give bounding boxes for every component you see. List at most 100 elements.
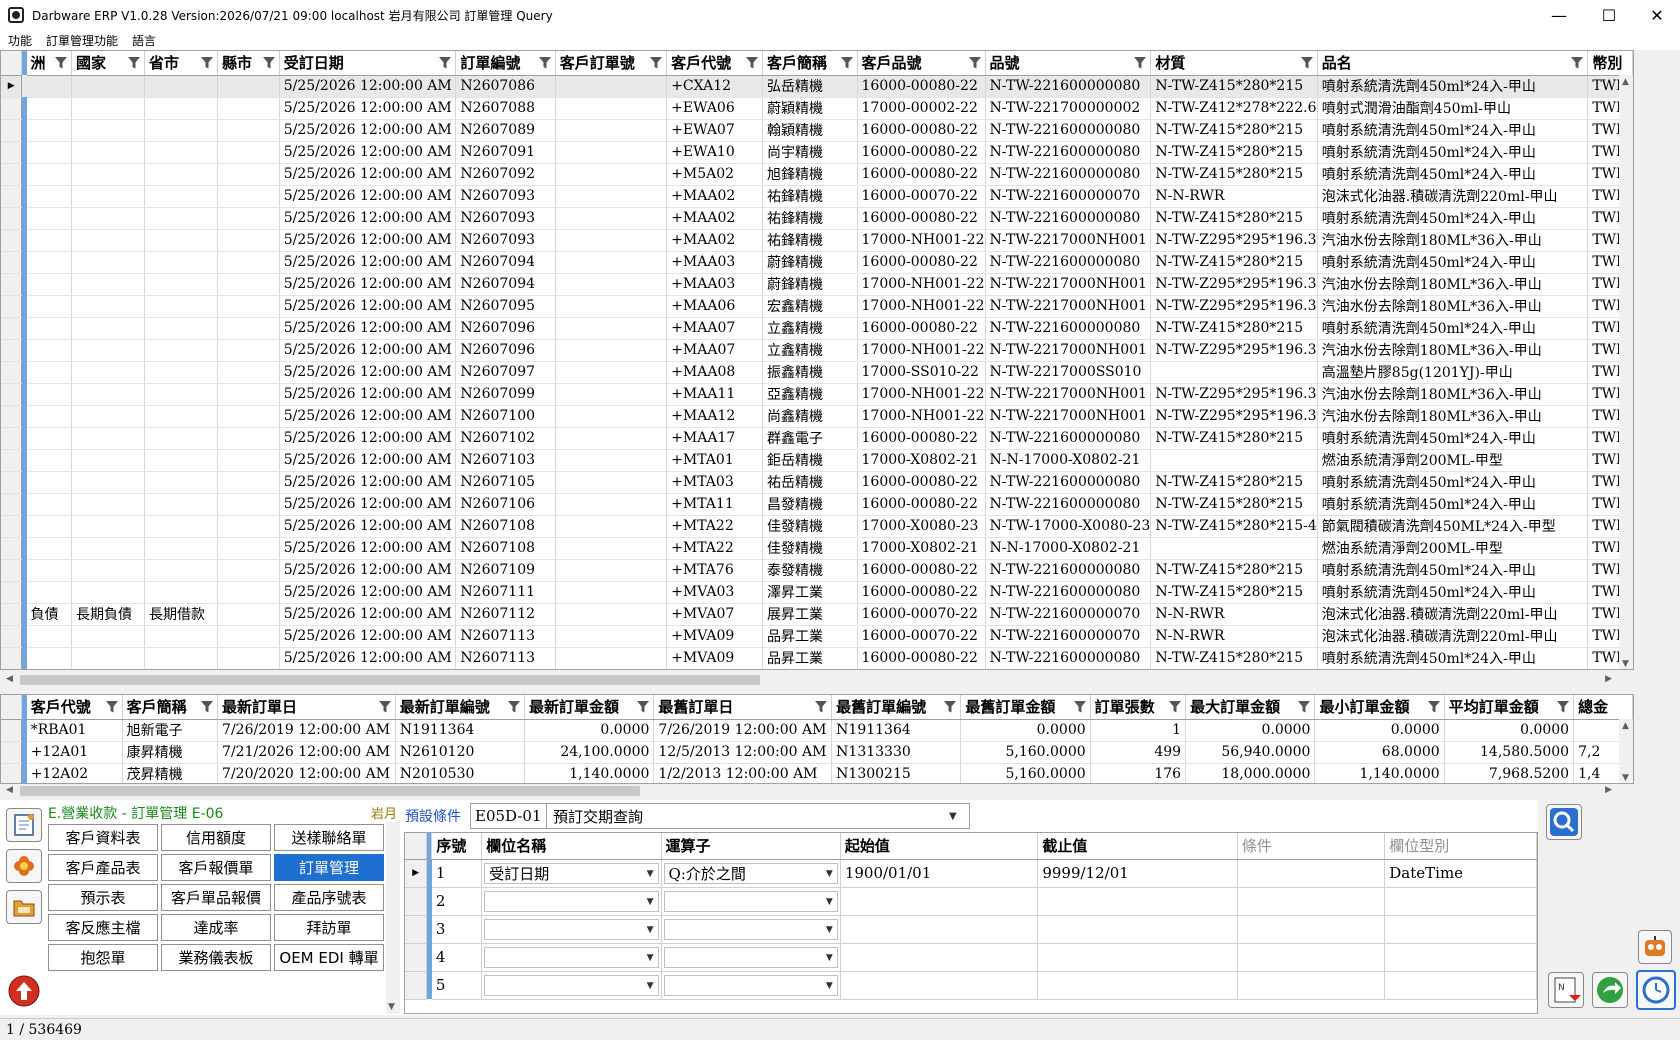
table-row[interactable]: 5/25/2026 12:00:00 AM N2607103 +MTA01 鉅岳精機 1… [1,449,1633,472]
field-name-select[interactable]: ▼ [484,890,659,912]
row-header[interactable] [405,971,428,1000]
condition-cell[interactable]: 2 [431,887,483,916]
condition-cell[interactable] [1237,971,1386,1000]
table-row[interactable]: 5/25/2026 12:00:00 AM N2607099 +MAA11 亞鑫精機 1… [1,383,1633,406]
module-button[interactable]: 客戶單品報價 [161,884,271,911]
table-row[interactable]: +12A02 茂昇精機 7/20/2020 12:00:00 AM N2010530 1… [1,763,1633,783]
module-button[interactable]: 送樣聯絡單 [274,824,384,851]
condition-cell[interactable]: ▼ [661,915,841,944]
module-button[interactable]: 客反應主檔 [48,914,158,941]
module-button[interactable]: 信用額度 [161,824,271,851]
table-row[interactable]: 5/25/2026 12:00:00 AM N2607096 +MAA07 立鑫精機 1… [1,317,1633,340]
condition-cell[interactable]: Q:介於之間 ▼ [661,859,841,888]
orders-grid-hscrollbar[interactable]: ◀ ▶ [0,672,1634,688]
condition-col-header[interactable]: 起始值 [840,833,1039,860]
table-row[interactable]: 5/25/2026 12:00:00 AM N2607094 +MAA03 蔚鋒精機 1… [1,273,1633,296]
condition-cell[interactable] [1237,887,1386,916]
summary-col-header[interactable]: 最舊訂單日 [653,695,833,720]
table-row[interactable]: *RBA01 旭新電子 7/26/2019 12:00:00 AM N1911364 0… [1,719,1633,742]
orders-col-header[interactable]: 客戶代號 [666,51,763,76]
menu-language[interactable]: 語言 [132,32,156,49]
table-row[interactable]: 5/25/2026 12:00:00 AM N2607088 +EWA06 蔚穎精機 1… [1,97,1633,120]
operator-select[interactable]: ▼ [663,946,838,968]
orders-col-header[interactable]: 品名 [1317,51,1589,76]
table-row[interactable]: 5/25/2026 12:00:00 AM N2607089 +EWA07 翰穎精機 1… [1,119,1633,142]
orders-grid-vscrollbar[interactable]: ▲ ▼ [1619,75,1633,669]
condition-cell[interactable]: 受訂日期 ▼ [481,859,662,888]
condition-row[interactable]: 3 ▼ ▼ [405,915,1537,944]
condition-col-header[interactable]: 欄位名稱 [481,833,662,860]
row-header[interactable] [1,719,23,742]
table-row[interactable]: 5/25/2026 12:00:00 AM N2607105 +MTA03 祐岳精機 1… [1,471,1633,494]
table-row[interactable]: 負債 長期負債 長期借款 5/25/2026 12:00:00 AM N2607112 +… [1,603,1633,626]
condition-col-header[interactable]: 序號 [431,833,483,860]
condition-cell[interactable]: ▼ [481,887,662,916]
table-row[interactable]: 5/25/2026 12:00:00 AM N2607102 +MAA17 群鑫電子 1… [1,427,1633,450]
row-header[interactable] [1,163,23,186]
module-panel-scrollbar[interactable]: ▼ [386,822,400,1014]
module-button[interactable]: 業務儀表板 [161,944,271,971]
maximize-button[interactable]: ☐ [1586,0,1632,30]
table-row[interactable]: 5/25/2026 12:00:00 AM N2607094 +MAA03 蔚鋒精機 1… [1,251,1633,274]
table-row[interactable]: ▶ 5/25/2026 12:00:00 AM N2607086 +CXA12 弘岳精機… [1,75,1633,98]
condition-row[interactable]: 5 ▼ ▼ [405,971,1537,1000]
row-header[interactable]: ▶ [405,859,428,888]
row-header[interactable] [1,493,23,516]
field-name-select[interactable]: ▼ [484,974,659,996]
table-row[interactable]: 5/25/2026 12:00:00 AM N2607109 +MTA76 泰發精機 1… [1,559,1633,582]
table-row[interactable]: 5/25/2026 12:00:00 AM N2607091 +EWA10 尚宇精機 1… [1,141,1633,164]
condition-cell[interactable]: 3 [431,915,483,944]
table-row[interactable]: 5/25/2026 12:00:00 AM N2607100 +MAA12 尚鑫精機 1… [1,405,1633,428]
module-button[interactable]: 抱怨單 [48,944,158,971]
field-name-select[interactable]: 受訂日期 ▼ [484,862,659,884]
condition-cell[interactable]: ▼ [661,887,841,916]
summary-col-header[interactable]: 客戶代號 [26,695,123,720]
hscroll-thumb[interactable] [20,675,760,685]
row-header[interactable] [1,647,23,669]
minimize-button[interactable]: — [1536,0,1582,30]
table-row[interactable]: +12A01 康昇精機 7/21/2026 12:00:00 AM N2610120 2… [1,741,1633,764]
module-button[interactable]: 達成率 [161,914,271,941]
module-button[interactable]: OEM EDI 轉單 [274,944,384,971]
table-row[interactable]: 5/25/2026 12:00:00 AM N2607093 +MAA02 祐鋒精機 1… [1,229,1633,252]
row-header[interactable] [1,471,23,494]
row-header[interactable] [1,537,23,560]
orders-col-header[interactable]: 洲 [26,51,72,76]
table-row[interactable]: 5/25/2026 12:00:00 AM N2607111 +MVA03 澤昇工業 1… [1,581,1633,604]
table-row[interactable]: 5/25/2026 12:00:00 AM N2607093 +MAA02 祐鋒精機 1… [1,207,1633,230]
row-header[interactable] [1,251,23,274]
condition-col-header[interactable]: 條件 [1237,833,1386,860]
row-header[interactable] [1,741,23,764]
module-button[interactable]: 客戶產品表 [48,854,158,881]
condition-cell[interactable]: 1 [431,859,483,888]
summary-col-header[interactable]: 最舊訂單金額 [960,695,1091,720]
summary-hscroll-thumb[interactable] [20,786,640,796]
condition-cell[interactable] [1237,943,1386,972]
row-header[interactable] [1,185,23,208]
table-row[interactable]: 5/25/2026 12:00:00 AM N2607092 +M5A02 旭鋒精機 1… [1,163,1633,186]
preset-condition-select[interactable]: E05D-01 預訂交期查詢 ▼ [470,803,970,829]
row-header[interactable] [1,295,23,318]
condition-cell[interactable] [840,887,1039,916]
condition-cell[interactable] [1037,971,1238,1000]
table-row[interactable]: 5/25/2026 12:00:00 AM N2607097 +MAA08 振鑫精機 1… [1,361,1633,384]
orders-col-header[interactable]: 縣市 [217,51,280,76]
row-header[interactable] [1,317,23,340]
flower-icon[interactable] [6,849,42,883]
table-row[interactable]: 5/25/2026 12:00:00 AM N2607113 +MVA09 品昇工業 1… [1,625,1633,648]
summary-col-header[interactable]: 客戶簡稱 [122,695,219,720]
module-button[interactable]: 訂單管理 [274,854,384,881]
operator-select[interactable]: ▼ [663,974,838,996]
table-row[interactable]: 5/25/2026 12:00:00 AM N2607113 +MVA09 品昇工業 1… [1,647,1633,669]
module-button[interactable]: 拜訪單 [274,914,384,941]
module-button[interactable]: 預示表 [48,884,158,911]
condition-cell[interactable]: ▼ [481,943,662,972]
summary-col-header[interactable]: 最小訂單金額 [1314,695,1445,720]
condition-cell[interactable] [840,915,1039,944]
row-header[interactable] [1,207,23,230]
condition-col-header[interactable]: 運算子 [661,833,841,860]
table-row[interactable]: 5/25/2026 12:00:00 AM N2607108 +MTA22 佳發精機 1… [1,515,1633,538]
module-button[interactable]: 客戶報價單 [161,854,271,881]
row-header[interactable] [1,119,23,142]
row-header[interactable] [1,625,23,648]
